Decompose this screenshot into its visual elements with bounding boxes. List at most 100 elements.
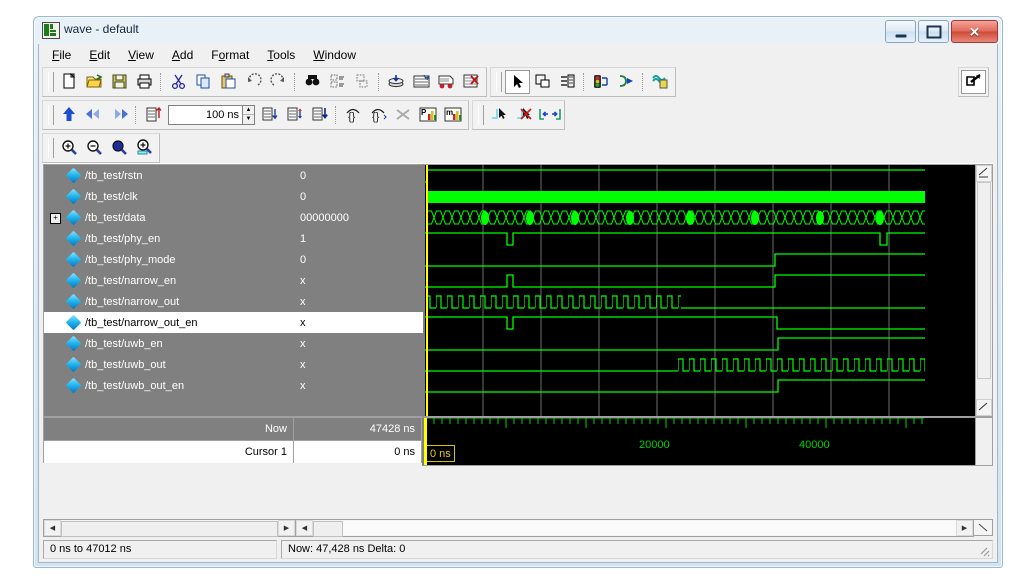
signal-values-panel[interactable]: 0 0 00000000 1 0 x x x x x x (295, 164, 423, 417)
scroll-left-arrow[interactable]: ◀ (44, 520, 61, 536)
signal-row[interactable]: /tb_test/rstn (44, 165, 295, 186)
signal-name: /tb_test/phy_en (85, 232, 161, 245)
scroll-right-arrow[interactable]: ▶ (956, 520, 973, 536)
toolbar-grip[interactable] (478, 104, 484, 125)
menu-file[interactable]: File (43, 45, 80, 65)
dock-icon[interactable] (961, 69, 986, 94)
menu-edit[interactable]: Edit (80, 45, 119, 65)
zoom-out-icon[interactable] (82, 136, 107, 160)
restart-icon[interactable] (141, 103, 166, 127)
edit-mode-icon[interactable] (555, 70, 580, 94)
redo-icon[interactable] (266, 70, 291, 94)
signal-row[interactable]: /tb_test/narrow_out (44, 291, 295, 312)
scroll-right-arrow[interactable]: ▶ (278, 520, 295, 536)
signal-row[interactable]: /tb_test/phy_mode (44, 249, 295, 270)
cursor-time-tag[interactable]: 0 ns (426, 445, 455, 462)
toolbar-group-cursor (472, 99, 565, 130)
find-prev-icon[interactable] (350, 70, 375, 94)
scroll-left-arrow[interactable]: ◀ (296, 520, 313, 536)
toolbar-grip[interactable] (48, 137, 54, 158)
memory-icon[interactable]: m (441, 103, 466, 127)
run-icon[interactable] (257, 103, 282, 127)
menu-window[interactable]: Window (304, 45, 365, 65)
menu-add[interactable]: Add (163, 45, 202, 65)
zoom-in-icon[interactable] (57, 136, 82, 160)
cursor1-label[interactable]: Cursor 1 (43, 440, 294, 463)
signal-row[interactable]: /tb_test/uwb_out (44, 354, 295, 375)
wave-scroll-thumb[interactable] (313, 521, 343, 537)
waveform-canvas[interactable] (423, 164, 976, 417)
collapse-icon[interactable] (384, 70, 409, 94)
wave-window-icon (42, 22, 60, 39)
minimize-button[interactable] (885, 20, 916, 43)
names-hscrollbar[interactable]: ◀ ▶ (43, 519, 296, 537)
signal-row[interactable]: /tb_test/uwb_en (44, 333, 295, 354)
prev-transition-icon[interactable] (82, 103, 107, 127)
run-all-icon[interactable] (307, 103, 332, 127)
timeline-ruler[interactable]: 20000 40000 0 ns (422, 417, 976, 466)
paste-icon[interactable] (216, 70, 241, 94)
new-icon[interactable] (57, 70, 82, 94)
wave-compare-icon[interactable] (434, 70, 459, 94)
zoom-cursor-icon[interactable] (132, 136, 157, 160)
vertical-scroll-thumb[interactable] (977, 182, 991, 379)
breakpoint-icon[interactable] (589, 70, 614, 94)
signal-names-panel[interactable]: /tb_test/rstn /tb_test/clk + /tb_test/da… (43, 164, 295, 417)
step-over-icon[interactable]: {} (366, 103, 391, 127)
wave-hscrollbar[interactable]: ◀ ▶ (296, 519, 974, 537)
run-length-input[interactable]: 100 ns (168, 104, 242, 125)
menu-tools[interactable]: Tools (258, 45, 304, 65)
wave-scroll-track[interactable] (313, 521, 956, 537)
signal-row[interactable]: /tb_test/phy_en (44, 228, 295, 249)
delete-wave-icon[interactable] (459, 70, 484, 94)
cursor-add-icon[interactable] (487, 103, 512, 127)
toolbar-group-zoom (42, 132, 160, 163)
cursor1-value[interactable]: 0 ns (294, 440, 422, 463)
save-icon[interactable] (107, 70, 132, 94)
open-icon[interactable] (82, 70, 107, 94)
next-transition-icon[interactable] (107, 103, 132, 127)
signal-row[interactable]: + /tb_test/data (44, 207, 295, 228)
toolbar-grip[interactable] (496, 71, 502, 92)
wave-editor-icon[interactable] (648, 70, 673, 94)
scroll-up-arrow[interactable] (976, 165, 992, 182)
undo-icon[interactable] (241, 70, 266, 94)
menu-format[interactable]: Format (202, 45, 258, 65)
run-continue-icon[interactable] (282, 103, 307, 127)
profile-icon[interactable]: P (416, 103, 441, 127)
signal-row[interactable]: /tb_test/narrow_en (44, 270, 295, 291)
print-icon[interactable] (132, 70, 157, 94)
find-icon[interactable] (300, 70, 325, 94)
expand-all-icon[interactable] (409, 70, 434, 94)
menu-view[interactable]: View (119, 45, 163, 65)
window-resize-grip[interactable] (977, 544, 991, 558)
run-up-icon[interactable] (57, 103, 82, 127)
cursor-range-icon[interactable] (537, 103, 562, 127)
toolbar-grip[interactable] (48, 104, 54, 125)
copy-icon[interactable] (191, 70, 216, 94)
toolbar-grip[interactable] (48, 71, 54, 92)
restore-button[interactable] (918, 20, 949, 43)
zoom-mode-icon[interactable] (530, 70, 555, 94)
close-button[interactable]: ✕ (951, 20, 998, 43)
expand-toggle-icon[interactable]: + (50, 213, 61, 224)
scroll-down-arrow[interactable] (976, 399, 992, 416)
stop-icon[interactable] (391, 103, 416, 127)
select-mode-icon[interactable] (505, 69, 530, 94)
wave-vertical-scrollbar[interactable] (976, 164, 993, 417)
resize-grip[interactable] (974, 519, 993, 536)
cut-icon[interactable] (166, 70, 191, 94)
find-next-icon[interactable] (325, 70, 350, 94)
names-scroll-track[interactable] (61, 521, 278, 537)
signal-panes: /tb_test/rstn /tb_test/clk + /tb_test/da… (43, 164, 993, 417)
names-scroll-thumb[interactable] (61, 521, 278, 537)
cursor-delete-icon[interactable] (512, 103, 537, 127)
zoom-full-icon[interactable] (107, 136, 132, 160)
run-length-spinner[interactable]: ▲ ▼ (242, 104, 255, 125)
signal-row-selected[interactable]: /tb_test/narrow_out_en (44, 312, 295, 333)
toolbar-separator (135, 105, 138, 124)
step-icon[interactable]: {} (341, 103, 366, 127)
signal-row[interactable]: /tb_test/uwb_out_en (44, 375, 295, 396)
goto-icon[interactable] (614, 70, 639, 94)
signal-row[interactable]: /tb_test/clk (44, 186, 295, 207)
